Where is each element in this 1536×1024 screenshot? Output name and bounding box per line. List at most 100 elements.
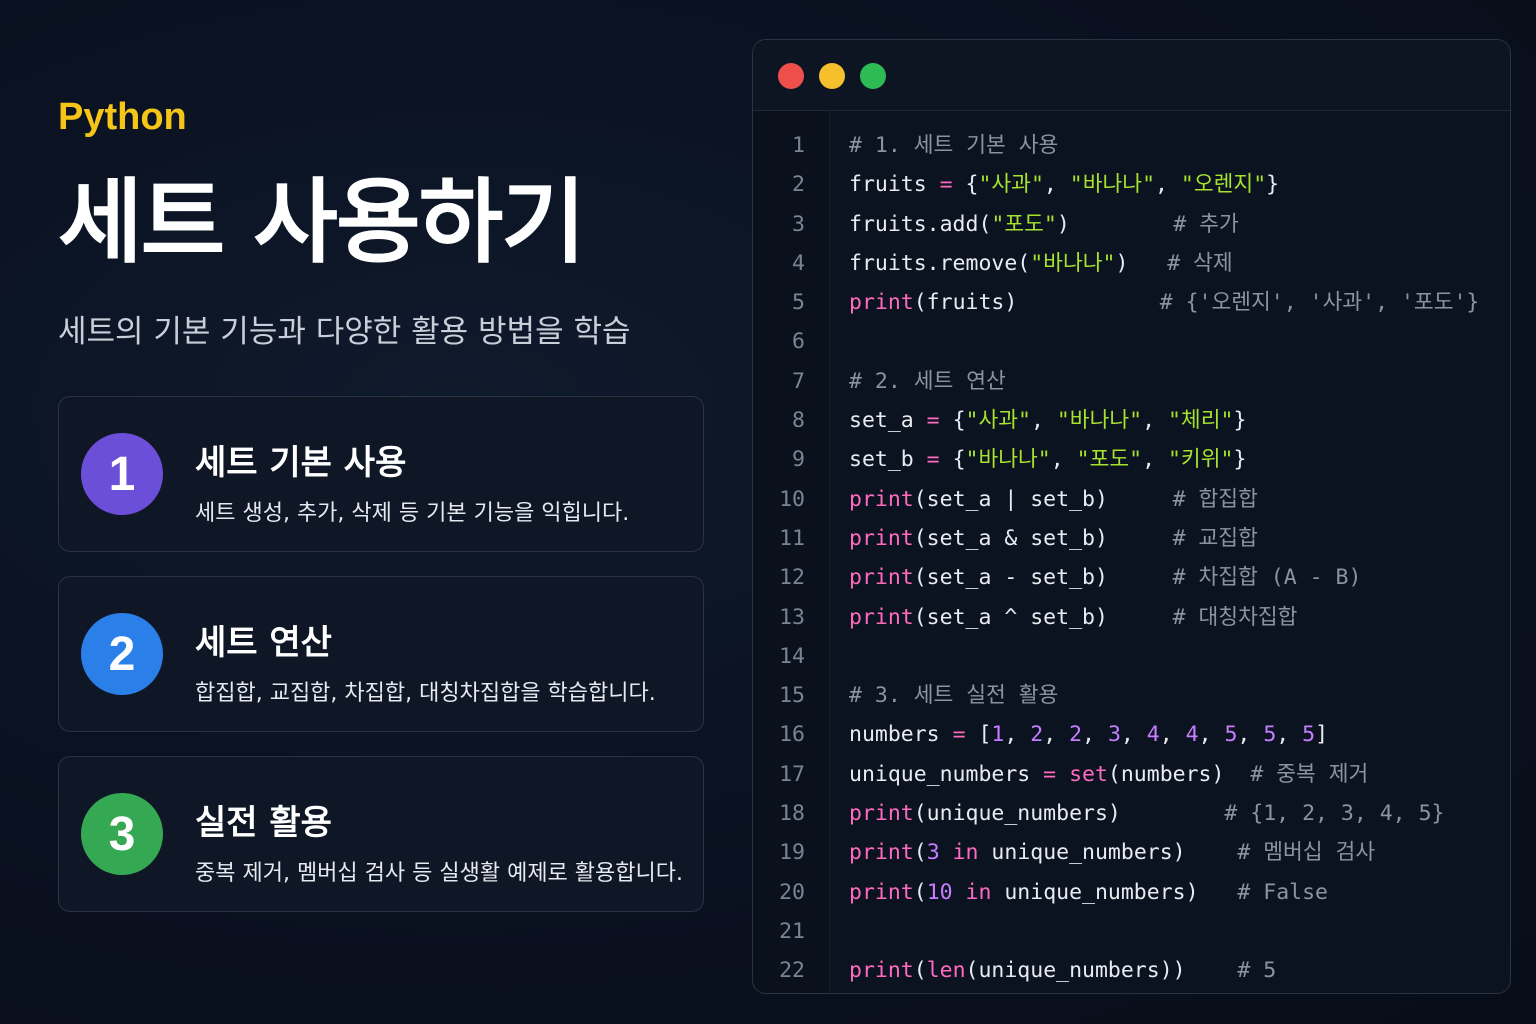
topic-desc-2: 합집합, 교집합, 차집합, 대칭차집합을 학습합니다. (195, 681, 656, 706)
code-token: = (939, 172, 953, 198)
code-token: print (849, 290, 914, 316)
code-token: # 추가 (1173, 211, 1239, 237)
code-token: , (1142, 408, 1168, 434)
code-token: print (849, 840, 914, 866)
code-token: { (952, 172, 979, 198)
code-token: # {'오렌지', '사과', '포도'} (1159, 290, 1480, 316)
code-token: 4 (1185, 722, 1199, 748)
line-number: 16 (779, 722, 805, 748)
code-token: , (1159, 722, 1186, 748)
code-line: 15 # 3. 세트 실전 활용 (753, 676, 1510, 715)
line-number: 1 (792, 133, 805, 158)
line-number: 17 (779, 761, 805, 787)
code-token: print (849, 525, 914, 551)
code-text: numbers = [1, 2, 2, 3, 4, 4, 5, 5, 5] (849, 715, 1328, 754)
code-token: (set_a ^ set_b) (913, 604, 1173, 630)
code-token: , (1043, 722, 1070, 748)
code-token: print (849, 565, 914, 591)
code-token: # 차집합 (A - B) (1172, 565, 1362, 591)
code-token: , (1155, 172, 1181, 198)
code-token: "사과" (978, 172, 1044, 198)
code-token: in (965, 879, 992, 905)
code-token: ( (913, 840, 927, 866)
code-token: in (952, 840, 979, 866)
code-line: 19 print(3 in unique_numbers) # 멤버십 검사 (753, 833, 1510, 872)
minimize-window-button[interactable] (819, 63, 845, 89)
code-line: 4 fruits.remove("바나나") # 삭제 (753, 244, 1510, 283)
step-badge-2: 2 (81, 613, 163, 695)
code-text: print(unique_numbers) # {1, 2, 3, 4, 5} (849, 794, 1444, 833)
code-token: fruits (849, 172, 940, 198)
code-token: = (926, 408, 940, 434)
code-token: fruits.add( (849, 211, 992, 237)
code-token: "키위" (1167, 447, 1234, 473)
line-number: 9 (792, 447, 805, 473)
code-editor-window: 1 # 1. 세트 기본 사용 2 fruits = {"사과", "바나나", "오… (752, 39, 1511, 994)
code-token: 10 (926, 879, 953, 905)
code-line: 17 unique_numbers = set(numbers) # 중복 제거 (753, 755, 1510, 794)
code-token: print (849, 801, 914, 827)
topic-title-3: 실전 활용 (195, 803, 332, 843)
code-token: ] (1315, 722, 1329, 748)
code-text: # 1. 세트 기본 사용 (849, 126, 1058, 165)
code-line: 6 (753, 322, 1510, 361)
topic-card-2: 2 세트 연산 합집합, 교집합, 차집합, 대칭차집합을 학습합니다. (58, 576, 704, 732)
line-number: 21 (779, 918, 805, 944)
code-token: # 3. 세트 실전 활용 (849, 683, 1059, 709)
code-line: 13 print(set_a ^ set_b) # 대칭차집합 (753, 598, 1510, 637)
code-token: ) (1115, 250, 1168, 276)
maximize-window-button[interactable] (860, 63, 886, 89)
code-line: 1 # 1. 세트 기본 사용 (753, 126, 1510, 165)
code-token: 5 (1263, 722, 1277, 748)
code-text: print(10 in unique_numbers) # False (849, 873, 1328, 912)
code-text: fruits.add("포도") # 추가 (849, 205, 1239, 244)
code-token: } (1266, 172, 1280, 198)
step-badge-3: 3 (81, 793, 163, 875)
code-token: , (1004, 722, 1031, 748)
code-line: 22 print(len(unique_numbers)) # 5 (753, 951, 1510, 990)
line-number: 18 (779, 801, 805, 827)
code-token: ( (913, 879, 927, 905)
code-token: set_a (849, 408, 927, 434)
code-token: "사과" (965, 408, 1031, 434)
page-subtitle: 세트의 기본 기능과 다양한 활용 방법을 학습 (58, 314, 631, 350)
code-token: 4 (1146, 722, 1160, 748)
code-text: print(len(unique_numbers)) # 5 (849, 951, 1276, 990)
code-line: 2 fruits = {"사과", "바나나", "오렌지"} (753, 165, 1510, 204)
code-text: print(set_a - set_b) # 차집합 (A - B) (849, 558, 1361, 597)
code-token: # 대칭차집합 (1172, 604, 1298, 630)
code-token: (fruits) (913, 290, 1160, 316)
code-token: "포도" (991, 211, 1057, 237)
code-text: fruits = {"사과", "바나나", "오렌지"} (849, 165, 1279, 204)
code-token: print (849, 879, 914, 905)
code-token: (numbers) (1107, 761, 1251, 787)
code-token: "바나나" (1030, 250, 1116, 276)
code-line: 12 print(set_a - set_b) # 차집합 (A - B) (753, 558, 1510, 597)
code-token: "바나나" (1069, 172, 1156, 198)
code-token: print (849, 958, 914, 984)
page-title: 세트 사용하기 (58, 169, 586, 276)
code-token: "바나나" (1056, 408, 1143, 434)
code-token: len (926, 958, 966, 984)
line-number: 2 (792, 172, 805, 198)
line-number: 4 (792, 250, 805, 276)
code-text: set_b = {"바나나", "포도", "키위"} (849, 440, 1246, 479)
code-token: (unique_numbers) (913, 801, 1225, 827)
code-area[interactable]: 1 # 1. 세트 기본 사용 2 fruits = {"사과", "바나나", "오… (753, 126, 1510, 991)
step-badge-1: 1 (81, 433, 163, 515)
close-window-button[interactable] (778, 63, 804, 89)
code-token: "포도" (1076, 447, 1143, 473)
code-line: 14 (753, 637, 1510, 676)
line-number: 6 (792, 329, 805, 355)
topic-title-2: 세트 연산 (195, 623, 332, 663)
code-token: , (1043, 172, 1070, 198)
code-token: numbers (849, 722, 953, 748)
line-number: 20 (779, 879, 805, 905)
topic-title-1: 세트 기본 사용 (195, 443, 407, 483)
line-number: 13 (779, 604, 805, 630)
code-token: print (849, 486, 914, 512)
code-token: = (926, 447, 940, 473)
code-text: # 3. 세트 실전 활용 (849, 676, 1058, 715)
code-token: , (1050, 447, 1077, 473)
